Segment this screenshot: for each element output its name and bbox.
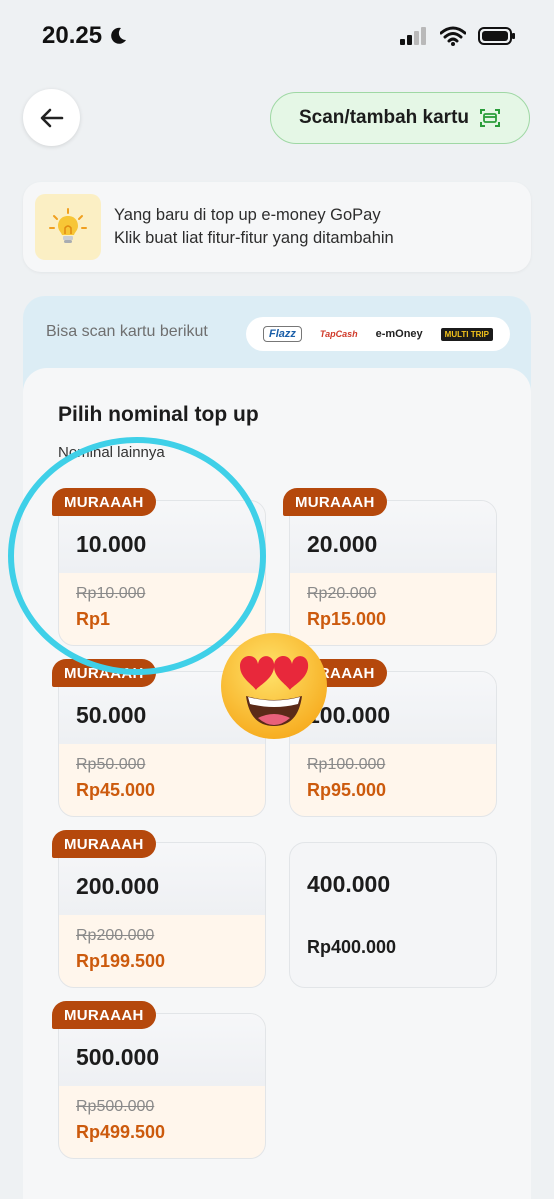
whats-new-subtitle: Klik buat liat fitur-fitur yang ditambah… [114, 229, 394, 247]
promo-badge: MURAAAH [283, 488, 387, 516]
nominal-card-500000[interactable]: 500.000 Rp500.000 Rp499.500 [58, 1013, 266, 1159]
discount-price: Rp499.500 [76, 1122, 166, 1142]
back-button[interactable] [23, 89, 80, 146]
battery-icon [478, 27, 515, 45]
nominal-amount: 200.000 [76, 873, 160, 899]
supported-cards-logos: Flazz TapCash e-mOney MULTI TRIP [246, 317, 510, 351]
whats-new-title: Yang baru di top up e-money GoPay [114, 206, 381, 224]
clock-time: 20.25 [42, 22, 103, 49]
wifi-icon [440, 26, 466, 46]
nominal-amount: 400.000 [307, 871, 391, 897]
multitrip-logo: MULTI TRIP [440, 327, 493, 341]
tapcash-logo: TapCash [319, 329, 358, 339]
original-price: Rp50.000 [76, 756, 146, 773]
nominal-amount: 50.000 [76, 702, 147, 728]
moon-icon [111, 27, 127, 44]
discount-price: Rp95.000 [307, 780, 387, 800]
promo-badge: MURAAAH [52, 830, 156, 858]
discount-price: Rp15.000 [307, 609, 387, 629]
price: Rp400.000 [307, 937, 397, 957]
discount-price: Rp45.000 [76, 780, 156, 800]
signal-icon [400, 27, 426, 45]
nominal-card-400000[interactable]: 400.000 Rp400.000 [289, 842, 497, 988]
nominal-card-20000[interactable]: 20.000 Rp20.000 Rp15.000 [289, 500, 497, 646]
lightbulb-icon [49, 208, 87, 243]
scan-button-label: Scan/tambah kartu [299, 107, 469, 128]
nominal-amount: 20.000 [307, 531, 378, 557]
status-bar: 20.25 [0, 0, 554, 76]
supported-cards-label: Bisa scan kartu berikut [46, 323, 208, 340]
bulb-icon-box [35, 194, 101, 260]
heart-eyes-emoji-icon [221, 633, 327, 739]
emoney-logo: e-mOney [375, 328, 423, 340]
section-title: Pilih nominal top up [58, 403, 259, 426]
original-price: Rp200.000 [76, 927, 155, 944]
status-icons [400, 26, 516, 46]
nominal-card-200000[interactable]: 200.000 Rp200.000 Rp199.500 [58, 842, 266, 988]
promo-badge: MURAAAH [52, 1001, 156, 1029]
original-price: Rp100.000 [307, 756, 386, 773]
original-price: Rp500.000 [76, 1098, 155, 1115]
discount-price: Rp199.500 [76, 951, 166, 971]
flazz-logo: Flazz [263, 326, 302, 342]
nominal-amount: 500.000 [76, 1044, 160, 1070]
status-time: 20.25 [42, 22, 128, 50]
topup-panel: Bisa scan kartu berikut Flazz TapCash e-… [23, 296, 531, 1199]
scan-add-card-button[interactable]: Scan/tambah kartu [270, 92, 530, 144]
whats-new-text: Yang baru di top up e-money GoPay Klik b… [114, 204, 394, 250]
whats-new-banner[interactable]: Yang baru di top up e-money GoPay Klik b… [23, 182, 531, 272]
arrow-left-icon [40, 108, 63, 127]
card-scan-icon [480, 109, 500, 127]
original-price: Rp20.000 [307, 585, 377, 602]
